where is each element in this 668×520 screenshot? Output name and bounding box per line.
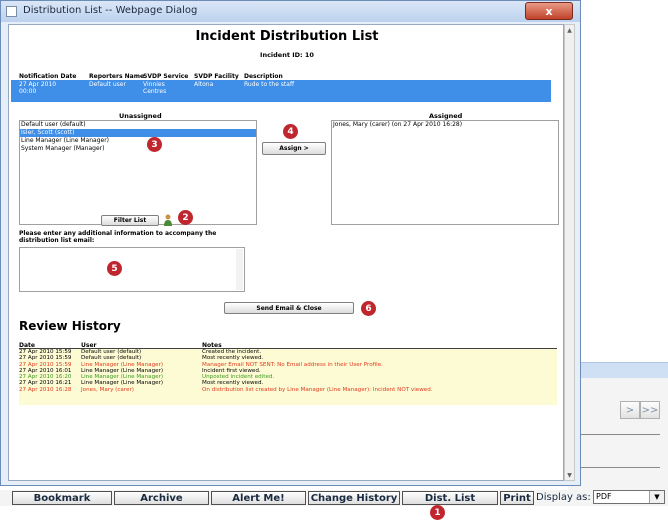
cell-description: Rude to the staff [244,81,295,88]
assign-button[interactable]: Assign > [262,142,326,155]
page-icon [6,6,17,17]
header-svdp-facility: SVDP Facility [194,73,239,80]
last-page-button[interactable]: >> [640,401,660,419]
history-row: 27 Apr 2010 16:28 Jones, Mary (carer) On d… [19,387,557,393]
header-reporters-name: Reporters Name [89,73,145,80]
review-history-title: Review History [19,319,121,333]
header-notification-date: Notification Date [19,73,77,80]
dialog-title: Distribution List -- Webpage Dialog [23,5,198,16]
assigned-label: Assigned [429,112,463,120]
list-item[interactable]: Line Manager (Line Manager) [20,137,256,145]
alert-me-button[interactable]: Alert Me! [211,491,306,505]
filter-list-button[interactable]: Filter List [101,215,159,226]
close-icon: x [545,4,553,18]
list-item[interactable]: System Manager (Manager) [20,145,256,153]
bookmark-button[interactable]: Bookmark [12,491,112,505]
email-message-textarea[interactable] [19,247,245,292]
callout-badge-2: 2 [178,210,193,225]
history-date: 27 Apr 2010 16:28 [19,386,72,393]
scroll-up-arrow[interactable]: ▲ [565,25,574,35]
review-history-table: 27 Apr 2010 15:59 Default user (default) C… [19,348,557,405]
email-prompt-line2: distribution list email: [19,237,95,244]
email-prompt-line1: Please enter any additional information … [19,230,217,237]
callout-badge-3: 3 [147,137,162,152]
display-as-label: Display as: [536,492,591,503]
unassigned-label: Unassigned [119,112,162,120]
callout-badge-4: 4 [283,124,298,139]
cell-time: 00:00 [19,88,37,95]
callout-badge-6: 6 [361,301,376,316]
close-button[interactable]: x [525,2,573,20]
cell-date: 27 Apr 2010 [19,81,57,88]
dialog-scrollbar[interactable]: ▲ ▼ [564,24,575,481]
list-item-selected[interactable]: Isler, Scott (scott) [20,129,256,137]
list-item[interactable]: Jones, Mary (carer) (on 27 Apr 2010 16:2… [332,121,558,129]
send-email-close-button[interactable]: Send Email & Close [224,302,354,314]
background-header-strip [568,362,668,379]
cell-facility: Altona [194,81,214,88]
callout-badge-5: 5 [107,261,122,276]
display-format-value: PDF [596,492,612,501]
history-note: On distribution list created by Line Man… [202,386,433,393]
assigned-listbox[interactable]: Jones, Mary (carer) (on 27 Apr 2010 16:2… [331,120,559,225]
incident-row[interactable]: 27 Apr 2010 00:00 Default user Vinnies C… [11,80,551,102]
divider [568,434,660,435]
chevron-down-icon[interactable]: ▼ [649,491,664,503]
list-item[interactable]: Default user (default) [20,121,256,129]
divider [568,467,660,468]
archive-button[interactable]: Archive [114,491,209,505]
last-label: >> [641,404,659,416]
incident-id: Incident ID: 10 [260,51,314,59]
dist-list-button[interactable]: Dist. List [402,491,498,505]
change-history-button[interactable]: Change History [308,491,400,505]
dialog-content: Incident Distribution List Incident ID: … [8,24,564,481]
distribution-list-dialog: Distribution List -- Webpage Dialog x In… [0,0,581,486]
dialog-titlebar[interactable]: Distribution List -- Webpage Dialog x [1,1,580,22]
next-page-button[interactable]: > [620,401,640,419]
header-svdp-service: SVDP Service [143,73,189,80]
page-title: Incident Distribution List [195,29,379,44]
cell-service: Vinnies [143,81,165,88]
next-label: > [625,404,635,416]
callout-badge-1: 1 [430,505,445,520]
cell-service-2: Centres [143,88,167,95]
textarea-scrollbar[interactable] [236,249,243,290]
user-filter-icon[interactable] [163,212,173,226]
header-description: Description [244,73,283,80]
unassigned-listbox[interactable]: Default user (default) Isler, Scott (sco… [19,120,257,225]
print-button[interactable]: Print [500,491,534,505]
cell-reporter: Default user [89,81,126,88]
display-format-select[interactable]: PDF ▼ [593,490,665,504]
history-user: Jones, Mary (carer) [81,386,134,393]
scroll-down-arrow[interactable]: ▼ [565,470,574,480]
